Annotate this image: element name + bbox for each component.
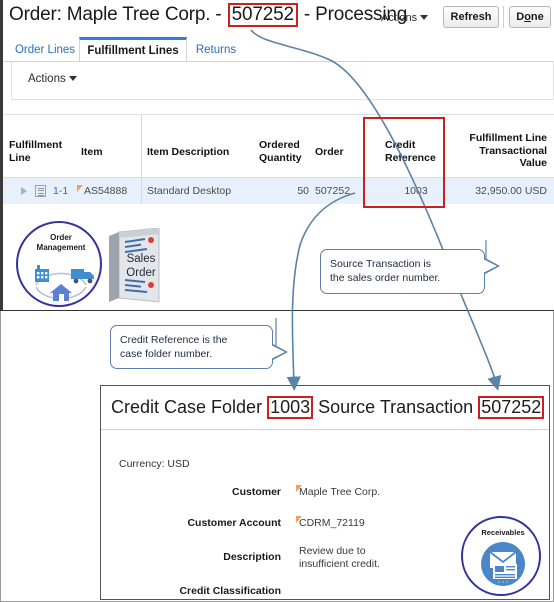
cell-fulfillment-line: 1-1: [53, 185, 69, 197]
column-header-item-description[interactable]: Item Description: [147, 146, 229, 159]
column-header-order[interactable]: Order: [315, 146, 344, 159]
column-header-item[interactable]: Item: [81, 146, 103, 159]
receivables-glyph: [481, 542, 525, 586]
required-flag-icon: [77, 185, 83, 192]
cell-transactional-value: 32,950.00 USD: [475, 185, 547, 197]
so-label-line2: Order: [126, 267, 156, 279]
field-value-customer: Maple Tree Corp.: [299, 486, 381, 498]
col-fl-line2: Line: [9, 151, 31, 164]
col-cr-line1: Credit: [385, 139, 416, 151]
field-label-customer-account: Customer Account: [187, 517, 281, 529]
order-number-highlight: 507252: [227, 3, 298, 27]
column-header-fulfillment-line[interactable]: Fulfillment Line: [9, 139, 75, 164]
column-header-fulfillment-line-transactional-value[interactable]: Fulfillment Line Transactional Value: [449, 132, 547, 170]
om-label-line2: Management: [36, 243, 86, 252]
table-actions-menu[interactable]: Actions: [28, 73, 77, 85]
screenshot-root: Order: Maple Tree Corp. - 507252 - Proce…: [0, 0, 554, 602]
callout-source-line1: Source Transaction is: [330, 258, 431, 270]
field-value-customer-account: CDRM_72119: [299, 517, 365, 529]
supply-chain-glyph: [35, 265, 94, 301]
done-label-accesskey: o: [524, 11, 531, 23]
col-fltv-line1: Fulfillment Line: [469, 132, 547, 144]
callout-tail: [483, 259, 497, 273]
callout-tail: [271, 345, 285, 359]
callout-source-line2: the sales order number.: [330, 272, 441, 284]
ccf-source-transaction-highlight: 507252: [478, 396, 545, 419]
callout-credit-line1: Credit Reference is the: [120, 334, 228, 346]
chevron-down-icon: [420, 15, 429, 20]
cell-item-description: Standard Desktop: [147, 185, 232, 197]
row-expand-icon[interactable]: [21, 187, 27, 195]
cell-order: 507252: [315, 185, 351, 197]
callout-source-transaction: Source Transaction is the sales order nu…: [320, 249, 500, 294]
ccf-title-part1: Credit Case Folder: [111, 397, 268, 417]
cell-ordered-quantity: 50: [297, 185, 309, 197]
field-label-customer: Customer: [231, 486, 281, 498]
table-header-row: Fulfillment Line Item Item Description O…: [3, 115, 554, 178]
receivables-icon: Receivables: [461, 516, 541, 596]
om-label-line1: Order: [50, 233, 72, 242]
ccf-title-part2: Source Transaction: [313, 397, 479, 417]
col-oq-line2: Quantity: [259, 151, 302, 164]
callout-credit-line2: case folder number.: [120, 348, 213, 360]
column-header-ordered-quantity[interactable]: Ordered Quantity: [259, 139, 311, 164]
receivables-label: Receivables: [481, 528, 525, 537]
tab-returns[interactable]: Returns: [189, 37, 243, 62]
col-cr-line2: Reference: [385, 151, 436, 164]
order-management-icon: Order Management: [16, 221, 102, 307]
col-fl-line1: Fulfillment: [9, 139, 63, 151]
table-row[interactable]: 1-1 AS54888 Standard Desktop 50 507252 1…: [3, 178, 554, 204]
fulfillment-lines-table: Fulfillment Line Item Item Description O…: [3, 114, 554, 204]
refresh-button[interactable]: Refresh: [443, 6, 499, 28]
field-label-description: Description: [223, 551, 281, 563]
column-header-credit-reference[interactable]: Credit Reference: [385, 139, 447, 164]
tab-order-lines[interactable]: Order Lines: [11, 37, 79, 62]
header-actions-label: Actions: [381, 12, 418, 24]
col-fltv-line3: Value: [519, 157, 547, 169]
page-header: Order: Maple Tree Corp. - 507252 - Proce…: [3, 0, 554, 36]
page-title: Order: Maple Tree Corp. - 507252 - Proce…: [9, 3, 407, 27]
header-actions-menu[interactable]: Actions: [381, 12, 429, 24]
done-button[interactable]: Do ne: [509, 6, 551, 28]
credit-case-folder-title: Credit Case Folder 1003 Source Transacti…: [111, 396, 545, 419]
so-label-line1: Sales: [126, 253, 156, 265]
table-toolbar: Actions: [11, 62, 554, 100]
col-oq-line1: Ordered: [259, 139, 300, 151]
ccf-folder-number-highlight: 1003: [267, 396, 314, 419]
callout-credit-reference: Credit Reference is the case folder numb…: [110, 325, 288, 369]
done-label-pre: D: [516, 11, 525, 23]
ccf-currency: Currency: USD: [119, 458, 190, 470]
chevron-down-icon: [68, 76, 77, 81]
column-divider: [141, 115, 142, 177]
header-divider: [503, 6, 504, 28]
sales-order-icon: Sales Order: [109, 228, 171, 306]
table-actions-label: Actions: [28, 73, 66, 85]
order-management-label: Order Management: [18, 233, 104, 253]
cell-credit-reference: 1003: [404, 185, 428, 197]
col-fltv-line2: Transactional: [479, 144, 547, 157]
sales-order-label: Sales Order: [117, 252, 165, 280]
tab-fulfillment-lines[interactable]: Fulfillment Lines: [79, 37, 187, 62]
done-label-post: ne: [530, 11, 544, 23]
tab-bar: Order Lines Fulfillment Lines Returns: [3, 37, 554, 62]
page-title-prefix: Order: Maple Tree Corp. -: [9, 4, 227, 25]
column-divider: [141, 178, 142, 204]
ccf-title-divider: [101, 429, 549, 430]
cell-item: AS54888: [84, 185, 128, 197]
field-value-description: Review due to insufficient credit.: [299, 545, 380, 570]
field-label-credit-classification: Credit Classification: [179, 585, 281, 597]
row-detail-icon[interactable]: [35, 185, 46, 197]
